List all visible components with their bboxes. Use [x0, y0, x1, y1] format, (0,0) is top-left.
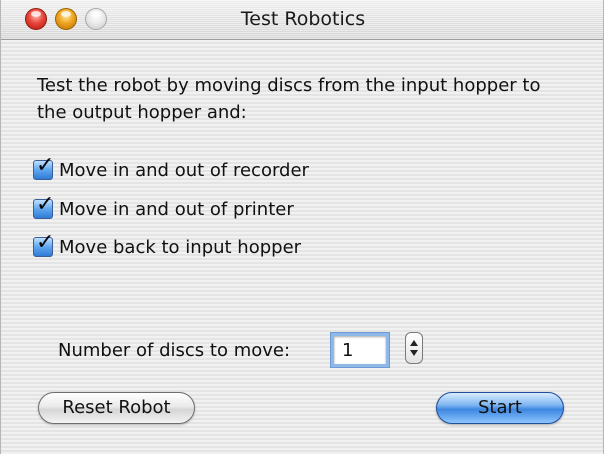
window-title: Test Robotics — [240, 8, 366, 30]
option-label: Move in and out of recorder — [59, 159, 309, 181]
discs-count-label: Number of discs to move: — [58, 340, 291, 361]
option-label: Move back to input hopper — [59, 236, 302, 258]
start-button[interactable]: Start — [436, 392, 564, 424]
checkmark-icon: ✓ — [36, 192, 55, 217]
option-label: Move in and out of printer — [59, 198, 294, 220]
discs-count-input[interactable] — [331, 333, 389, 367]
option-input-hopper[interactable]: ✓ Move back to input hopper — [33, 232, 302, 260]
stepper-up-icon[interactable] — [410, 340, 418, 346]
test-robotics-window: Test Robotics Test the robot by moving d… — [0, 0, 604, 454]
reset-robot-button[interactable]: Reset Robot — [38, 392, 195, 424]
checkmark-icon: ✓ — [36, 153, 55, 178]
checkbox-recorder[interactable]: ✓ — [33, 155, 54, 180]
checkbox-printer[interactable]: ✓ — [33, 194, 54, 219]
checkbox-input-hopper[interactable]: ✓ — [33, 232, 54, 257]
discs-count-stepper[interactable] — [405, 332, 423, 364]
option-printer[interactable]: ✓ Move in and out of printer — [33, 194, 294, 222]
checkmark-icon: ✓ — [36, 230, 55, 255]
instructions-text: Test the robot by moving discs from the … — [37, 75, 541, 123]
option-recorder[interactable]: ✓ Move in and out of recorder — [33, 155, 309, 183]
stepper-down-icon[interactable] — [410, 350, 418, 356]
title-bar[interactable]: Test Robotics — [1, 0, 603, 40]
